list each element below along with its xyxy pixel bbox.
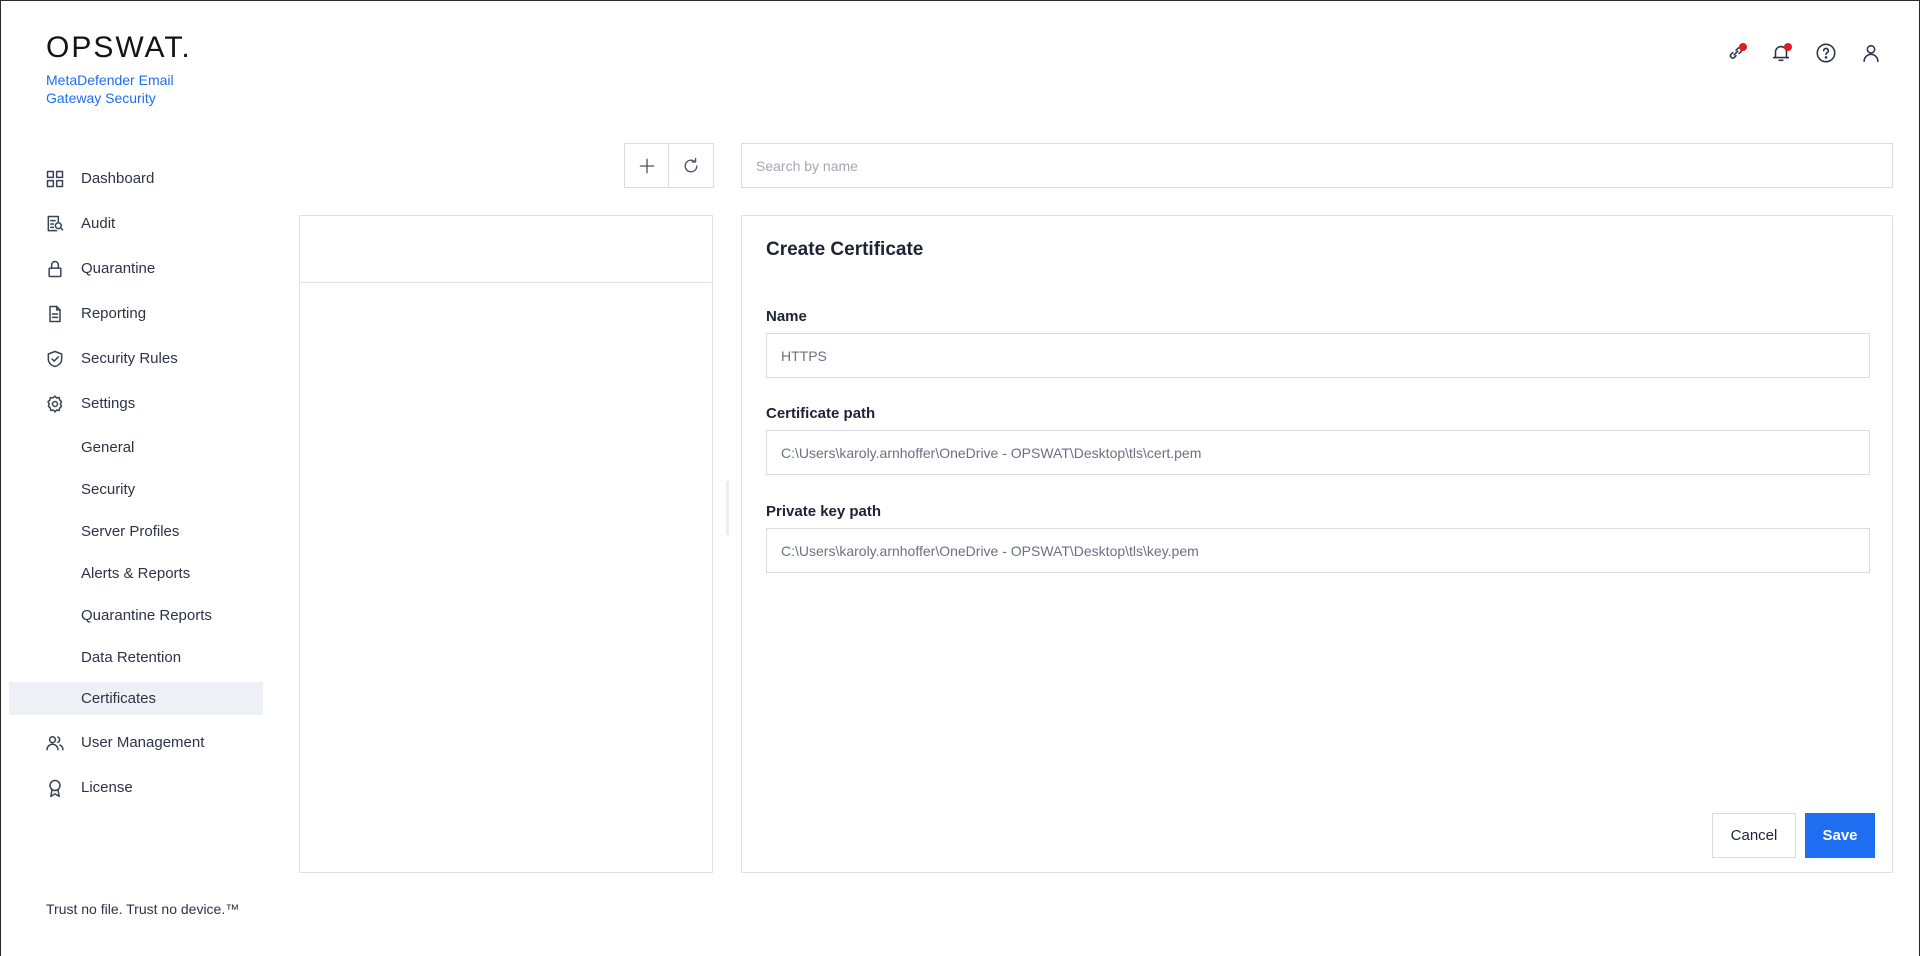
private-key-path-field[interactable] bbox=[766, 528, 1870, 573]
lock-icon bbox=[48, 260, 62, 277]
bell-icon[interactable] bbox=[1769, 41, 1793, 65]
sidebar-subitem-data-retention[interactable]: Data Retention bbox=[9, 636, 263, 678]
document-icon bbox=[49, 305, 61, 322]
sidebar-item-dashboard[interactable]: Dashboard bbox=[9, 156, 263, 201]
sidebar-item-label: License bbox=[81, 779, 133, 796]
sidebar-item-label: User Management bbox=[81, 734, 205, 751]
add-button[interactable] bbox=[624, 143, 669, 188]
users-icon bbox=[46, 735, 64, 750]
save-button[interactable]: Save bbox=[1805, 813, 1875, 858]
gear-icon bbox=[47, 394, 63, 413]
certificate-list bbox=[299, 215, 713, 873]
sidebar-item-label: Quarantine bbox=[81, 260, 156, 277]
create-certificate-form: Create Certificate Name Certificate path… bbox=[741, 215, 1893, 873]
sidebar: Dashboard Audit Quarantine Reporting Sec… bbox=[9, 156, 263, 810]
refresh-button[interactable] bbox=[669, 143, 714, 188]
certificate-path-field[interactable] bbox=[766, 430, 1870, 475]
sidebar-item-label: Security Rules bbox=[81, 350, 178, 367]
list-toolbar bbox=[624, 143, 714, 188]
list-header bbox=[300, 216, 712, 283]
help-icon[interactable] bbox=[1814, 41, 1838, 65]
sidebar-subitem-quarantine-reports[interactable]: Quarantine Reports bbox=[9, 594, 263, 636]
sidebar-subitem-certificates[interactable]: Certificates bbox=[9, 682, 263, 715]
sidebar-item-label: Audit bbox=[81, 215, 116, 232]
panel-resize-handle[interactable] bbox=[726, 481, 729, 535]
sidebar-item-label: Reporting bbox=[81, 305, 147, 322]
award-icon bbox=[49, 779, 61, 797]
shield-check-icon bbox=[47, 350, 63, 367]
refresh-icon bbox=[684, 157, 698, 172]
sidebar-item-user-management[interactable]: User Management bbox=[9, 720, 263, 765]
private-key-path-label: Private key path bbox=[766, 503, 882, 520]
sidebar-item-audit[interactable]: Audit bbox=[9, 201, 263, 246]
plus-icon bbox=[639, 158, 654, 173]
sidebar-subitem-general[interactable]: General bbox=[9, 426, 263, 468]
sidebar-item-license[interactable]: License bbox=[9, 765, 263, 810]
sidebar-subitem-alerts-reports[interactable]: Alerts & Reports bbox=[9, 552, 263, 594]
sidebar-subitem-security[interactable]: Security bbox=[9, 468, 263, 510]
user-icon[interactable] bbox=[1859, 41, 1883, 65]
certificate-path-label: Certificate path bbox=[766, 405, 876, 422]
sidebar-item-quarantine[interactable]: Quarantine bbox=[9, 246, 263, 291]
sidebar-item-reporting[interactable]: Reporting bbox=[9, 291, 263, 336]
sidebar-subitem-server-profiles[interactable]: Server Profiles bbox=[9, 510, 263, 552]
sidebar-item-label: Dashboard bbox=[81, 170, 155, 187]
opswat-logo[interactable]: OPSWAT. bbox=[46, 33, 226, 63]
grid-icon bbox=[46, 170, 64, 187]
cancel-button[interactable]: Cancel bbox=[1712, 813, 1796, 858]
search-input[interactable] bbox=[741, 143, 1893, 188]
notification-dot bbox=[1784, 43, 1792, 51]
link-icon[interactable] bbox=[1724, 41, 1748, 65]
sidebar-item-label: Settings bbox=[81, 395, 136, 412]
name-label: Name bbox=[766, 308, 807, 325]
tagline: Trust no file. Trust no device.™ bbox=[46, 901, 240, 917]
app-frame: OPSWAT. MetaDefender Email Gateway Secur… bbox=[0, 0, 1920, 956]
form-title: Create Certificate bbox=[766, 239, 924, 260]
top-toolbar bbox=[1724, 41, 1883, 65]
notification-dot bbox=[1739, 43, 1747, 51]
product-name: MetaDefender Email Gateway Security bbox=[46, 72, 174, 106]
sidebar-item-security-rules[interactable]: Security Rules bbox=[9, 336, 263, 381]
name-field[interactable] bbox=[766, 333, 1870, 378]
audit-icon bbox=[47, 215, 64, 231]
sidebar-item-settings[interactable]: Settings bbox=[9, 381, 263, 426]
brand: OPSWAT. MetaDefender Email Gateway Secur… bbox=[46, 33, 226, 107]
